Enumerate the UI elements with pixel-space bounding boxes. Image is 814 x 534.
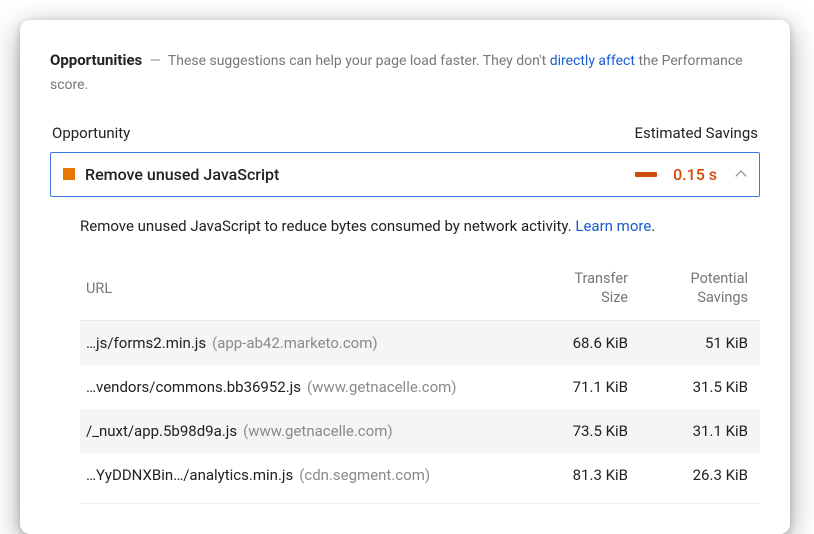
- dash: —: [150, 53, 161, 69]
- table-divider: [80, 503, 760, 504]
- row-url: …vendors/commons.bb36952.js (www.getnacel…: [86, 378, 508, 396]
- row-path: /_nuxt/app.5b98d9a.js: [86, 422, 237, 440]
- resources-table: URL Transfer Size Potential Savings …js/…: [80, 259, 760, 504]
- table-row: …vendors/commons.bb36952.js (www.getnacel…: [80, 365, 760, 409]
- opportunity-savings: 0.15 s: [673, 165, 717, 184]
- col-estimated-savings: Estimated Savings: [635, 124, 759, 142]
- row-url: …js/forms2.min.js (app-ab42.marketo.com): [86, 334, 508, 352]
- directly-affect-link[interactable]: directly affect: [550, 53, 635, 69]
- opportunities-header: Opportunities — These suggestions can he…: [50, 48, 760, 98]
- row-potential-savings: 31.1 KiB: [628, 422, 748, 440]
- description-text: Remove unused JavaScript to reduce bytes…: [80, 217, 572, 235]
- savings-bar-icon: [635, 172, 657, 177]
- opportunities-desc-a: These suggestions can help your page loa…: [168, 53, 546, 69]
- table-row: …js/forms2.min.js (app-ab42.marketo.com) 6…: [80, 321, 760, 365]
- opportunity-accordion[interactable]: Remove unused JavaScript 0.15 s: [50, 152, 760, 197]
- row-host: (app-ab42.marketo.com): [212, 334, 378, 352]
- opportunity-description: Remove unused JavaScript to reduce bytes…: [80, 217, 760, 235]
- column-headers: Opportunity Estimated Savings: [50, 116, 760, 152]
- row-host: (cdn.segment.com): [299, 466, 430, 484]
- table-row: …YyDDNXBin…/analytics.min.js (cdn.segment…: [80, 453, 760, 497]
- row-host: (www.getnacelle.com): [307, 378, 457, 396]
- row-url: /_nuxt/app.5b98d9a.js (www.getnacelle.com…: [86, 422, 508, 440]
- row-transfer-size: 81.3 KiB: [508, 466, 628, 484]
- row-path: …vendors/commons.bb36952.js: [86, 378, 301, 396]
- th-transfer-size: Transfer Size: [508, 269, 628, 308]
- table-row: /_nuxt/app.5b98d9a.js (www.getnacelle.com…: [80, 409, 760, 453]
- square-warning-icon: [63, 168, 75, 180]
- row-host: (www.getnacelle.com): [243, 422, 393, 440]
- col-opportunity: Opportunity: [52, 124, 130, 142]
- period: .: [651, 217, 655, 235]
- row-transfer-size: 71.1 KiB: [508, 378, 628, 396]
- opportunities-title: Opportunities: [50, 51, 142, 69]
- row-url: …YyDDNXBin…/analytics.min.js (cdn.segment…: [86, 466, 508, 484]
- th-url: URL: [86, 280, 508, 297]
- row-path: …js/forms2.min.js: [86, 334, 206, 352]
- table-header: URL Transfer Size Potential Savings: [80, 259, 760, 321]
- row-potential-savings: 31.5 KiB: [628, 378, 748, 396]
- opportunity-title: Remove unused JavaScript: [85, 165, 625, 184]
- th-potential-savings: Potential Savings: [628, 269, 748, 308]
- row-transfer-size: 68.6 KiB: [508, 334, 628, 352]
- row-transfer-size: 73.5 KiB: [508, 422, 628, 440]
- chevron-up-icon: [735, 168, 747, 180]
- row-potential-savings: 26.3 KiB: [628, 466, 748, 484]
- opportunities-card: Opportunities — These suggestions can he…: [20, 20, 790, 534]
- row-path: …YyDDNXBin…/analytics.min.js: [86, 466, 293, 484]
- row-potential-savings: 51 KiB: [628, 334, 748, 352]
- learn-more-link[interactable]: Learn more: [575, 217, 651, 235]
